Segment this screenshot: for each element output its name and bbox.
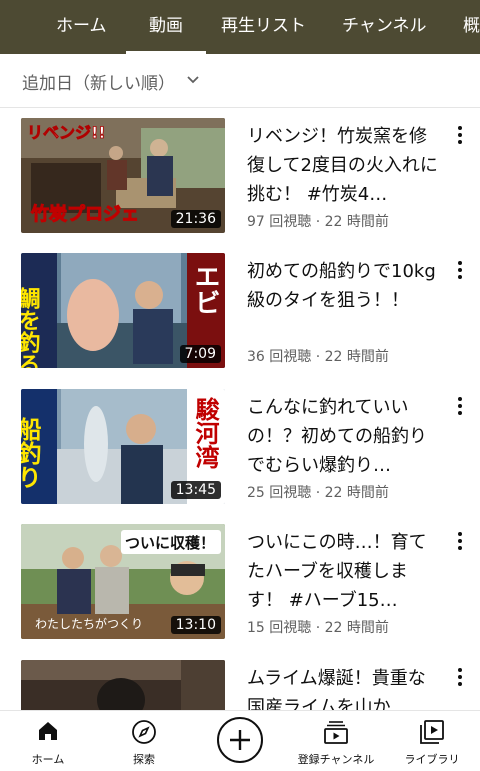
tab-channels[interactable]: チャンネル <box>342 0 427 54</box>
upload-age: 22 時間前 <box>324 620 389 636</box>
create-button[interactable] <box>217 717 263 763</box>
video-title[interactable]: ついにこの時…！育てたハーブを収穫します！ #ハーブ15… <box>247 528 443 615</box>
sort-label[interactable]: 追加日（新しい順） <box>22 69 175 94</box>
more-options-icon[interactable] <box>452 395 468 421</box>
more-options-icon[interactable] <box>452 259 468 285</box>
sort-row[interactable]: 追加日（新しい順） <box>0 54 480 108</box>
thumbnail-caption: ついに収穫！ <box>125 534 215 552</box>
video-meta: 36 回視聴 · 22 時間前 <box>247 346 389 366</box>
more-options-icon[interactable] <box>452 124 468 150</box>
view-count: 25 回視聴 <box>247 485 312 501</box>
subscriptions-icon <box>324 721 348 744</box>
view-count: 97 回視聴 <box>247 214 312 230</box>
duration-badge: 21:36 <box>170 210 221 228</box>
more-options-icon[interactable] <box>452 530 468 556</box>
view-count: 15 回視聴 <box>247 620 312 636</box>
video-thumbnail[interactable] <box>21 660 225 710</box>
video-title[interactable]: ムライム爆誕！貴重な国産ライムを山か <box>247 664 443 710</box>
chevron-down-icon[interactable] <box>186 75 200 85</box>
nav-label: 登録チャンネル <box>297 753 375 766</box>
video-thumbnail[interactable]: 船釣り 駿河湾 13:45 <box>21 389 225 504</box>
tab-about[interactable]: 概 <box>463 0 480 54</box>
thumbnail-caption: 駿河湾 <box>191 396 219 469</box>
upload-age: 22 時間前 <box>324 214 389 230</box>
meta-separator: · <box>315 620 321 636</box>
compass-icon <box>132 720 156 744</box>
duration-badge: 7:09 <box>179 345 221 363</box>
video-thumbnail[interactable]: 鯛を釣る エビ 7:09 <box>21 253 225 368</box>
library-icon <box>420 720 444 744</box>
video-item[interactable]: ついに収穫！ わたしたちがつくり 13:10 ついにこの時…！育てたハーブを収穫… <box>0 524 480 644</box>
video-thumbnail[interactable]: リベンジ!! 竹炭プロジェ 21:36 <box>21 118 225 233</box>
thumbnail-caption: リベンジ!! <box>27 123 106 142</box>
duration-badge: 13:45 <box>170 481 221 499</box>
meta-separator: · <box>315 485 321 501</box>
nav-explore[interactable]: 探索 <box>96 711 192 771</box>
video-thumbnail[interactable]: ついに収穫！ わたしたちがつくり 13:10 <box>21 524 225 639</box>
video-title[interactable]: こんなに釣れていいの！？初めての船釣りでむらい爆釣り… <box>247 393 443 480</box>
thumbnail-image <box>21 660 225 710</box>
video-item[interactable]: ムライム爆誕！貴重な国産ライムを山か <box>0 660 480 710</box>
video-title[interactable]: リベンジ！竹炭窯を修復して2度目の火入れに挑む！ #竹炭4… <box>247 122 443 209</box>
thumbnail-caption: 鯛を釣る <box>21 287 41 368</box>
video-item[interactable]: 鯛を釣る エビ 7:09 初めての船釣りで10kg級のタイを狙う！！ 36 回視… <box>0 253 480 373</box>
upload-age: 22 時間前 <box>324 349 389 365</box>
video-item[interactable]: 船釣り 駿河湾 13:45 こんなに釣れていいの！？初めての船釣りでむらい爆釣り… <box>0 389 480 509</box>
more-options-icon[interactable] <box>452 666 468 692</box>
nav-label: ホーム <box>31 753 65 766</box>
nav-library[interactable]: ライブラリ <box>384 711 480 771</box>
meta-separator: · <box>315 214 321 230</box>
nav-home[interactable]: ホーム <box>0 711 96 771</box>
video-meta: 25 回視聴 · 22 時間前 <box>247 482 389 502</box>
tab-videos[interactable]: 動画 <box>126 0 206 54</box>
view-count: 36 回視聴 <box>247 349 312 365</box>
thumbnail-caption: エビ <box>190 263 220 315</box>
meta-separator: · <box>315 349 321 365</box>
video-item[interactable]: リベンジ!! 竹炭プロジェ 21:36 リベンジ！竹炭窯を修復して2度目の火入れ… <box>0 118 480 238</box>
upload-age: 22 時間前 <box>324 485 389 501</box>
video-meta: 97 回視聴 · 22 時間前 <box>247 211 389 231</box>
nav-label: 探索 <box>133 753 155 766</box>
channel-tab-bar: ホーム 動画 再生リスト チャンネル 概 <box>0 0 480 54</box>
bottom-navigation: ホーム 探索 登録チャンネル ライブラリ <box>0 710 480 771</box>
duration-badge: 13:10 <box>170 616 221 634</box>
video-title[interactable]: 初めての船釣りで10kg級のタイを狙う！！ <box>247 257 443 315</box>
home-icon <box>39 722 57 740</box>
tab-playlists[interactable]: 再生リスト <box>221 0 306 54</box>
nav-label: ライブラリ <box>404 753 460 766</box>
plus-icon <box>230 730 250 750</box>
nav-subscriptions[interactable]: 登録チャンネル <box>288 711 384 771</box>
thumbnail-caption: 竹炭プロジェ <box>30 203 139 225</box>
thumbnail-caption: わたしたちがつくり <box>35 616 143 631</box>
thumbnail-caption: 船釣り <box>21 416 41 489</box>
tab-home[interactable]: ホーム <box>56 0 107 54</box>
video-meta: 15 回視聴 · 22 時間前 <box>247 617 389 637</box>
